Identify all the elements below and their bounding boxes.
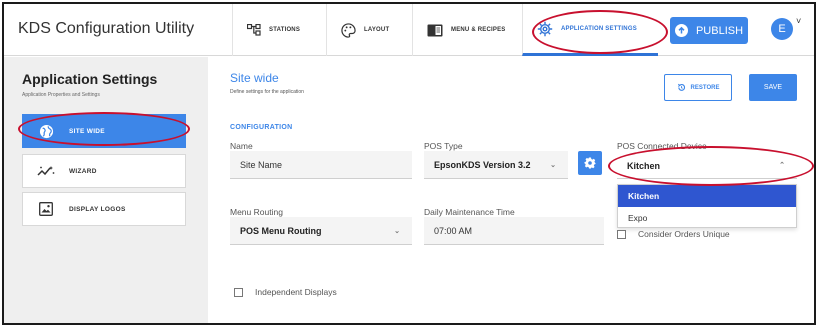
app-window: KDS Configuration Utility STATIONS LAYOU… xyxy=(2,2,816,325)
independent-displays-label: Independent Displays xyxy=(255,287,337,297)
sidebar-item-display-logos[interactable]: DISPLAY LOGOS xyxy=(22,192,186,226)
sidebar-item-label: DISPLAY LOGOS xyxy=(69,205,126,213)
sidebar-item-wizard[interactable]: WIZARD xyxy=(22,154,186,188)
pos-device-label: POS Connected Device xyxy=(617,141,707,151)
gear-icon xyxy=(537,21,553,36)
chevron-down-icon: ⌄ xyxy=(550,162,556,169)
pos-device-value: Kitchen xyxy=(627,160,661,171)
pos-type-value: EpsonKDS Version 3.2 xyxy=(434,159,531,170)
sidebar-item-label: WIZARD xyxy=(69,167,97,175)
maintenance-time-label: Daily Maintenance Time xyxy=(424,207,515,217)
wand-icon xyxy=(37,165,55,177)
nav-stations-label: STATIONS xyxy=(269,27,301,33)
chevron-down-icon[interactable]: ˅ xyxy=(796,16,801,26)
upload-icon xyxy=(674,24,688,37)
pos-device-select[interactable]: Kitchen ⌃ xyxy=(617,153,797,179)
maintenance-time-value: 07:00 AM xyxy=(434,225,473,236)
app-title: KDS Configuration Utility xyxy=(18,20,195,37)
publish-label: PUBLISH xyxy=(695,24,744,37)
nav-menu-recipes[interactable]: MENU & RECIPES xyxy=(412,4,522,56)
name-label: Name xyxy=(230,141,253,151)
nav-layout[interactable]: LAYOUT xyxy=(326,4,412,56)
publish-button[interactable]: PUBLISH xyxy=(670,17,748,44)
nav-application-settings-label: APPLICATION SETTINGS xyxy=(561,25,637,32)
maintenance-time-field[interactable]: 07:00 AM xyxy=(424,217,604,245)
pos-type-label: POS Type xyxy=(424,141,463,151)
chevron-down-icon: ⌄ xyxy=(394,228,400,235)
sidebar-item-site-wide[interactable]: SITE WIDE xyxy=(22,114,186,148)
nav-stations[interactable]: STATIONS xyxy=(232,4,326,56)
menu-routing-select[interactable]: POS Menu Routing ⌄ xyxy=(230,217,412,245)
restore-label: RESTORE xyxy=(690,84,720,91)
orders-unique-checkbox[interactable]: Consider Orders Unique xyxy=(617,229,730,239)
restore-button[interactable]: RESTORE xyxy=(664,74,732,101)
nav-menu-recipes-label: MENU & RECIPES xyxy=(451,27,506,33)
section-subtitle: Define settings for the application xyxy=(230,89,304,95)
menu-routing-value: POS Menu Routing xyxy=(240,225,322,236)
name-field[interactable]: Site Name xyxy=(230,151,412,179)
dropdown-option-kitchen[interactable]: Kitchen xyxy=(618,185,796,207)
palette-icon xyxy=(341,22,356,38)
save-button[interactable]: SAVE xyxy=(749,74,797,101)
dropdown-option-expo[interactable]: Expo xyxy=(618,207,796,229)
stations-icon xyxy=(247,24,261,36)
menu-routing-label: Menu Routing xyxy=(230,207,283,217)
name-value: Site Name xyxy=(240,159,283,170)
independent-displays-checkbox[interactable]: Independent Displays xyxy=(234,287,337,297)
configuration-heading: CONFIGURATION xyxy=(230,124,293,131)
top-bar: KDS Configuration Utility STATIONS LAYOU… xyxy=(4,4,814,56)
nav-application-settings[interactable]: APPLICATION SETTINGS xyxy=(522,4,658,56)
main-nav: STATIONS LAYOUT MENU & RECIPES APPLICATI… xyxy=(232,4,658,56)
gear-icon xyxy=(584,157,596,169)
section-title: Site wide xyxy=(230,71,279,85)
book-icon xyxy=(427,24,443,36)
pos-settings-button[interactable] xyxy=(578,151,602,175)
globe-icon xyxy=(37,124,55,139)
sidebar-subtitle: Application Properties and Settings xyxy=(22,92,100,98)
orders-unique-label: Consider Orders Unique xyxy=(638,229,730,239)
image-icon xyxy=(37,202,55,216)
checkbox-box[interactable] xyxy=(617,229,626,239)
nav-layout-label: LAYOUT xyxy=(364,27,390,33)
pos-type-select[interactable]: EpsonKDS Version 3.2 ⌄ xyxy=(424,151,568,179)
restore-icon xyxy=(677,83,685,91)
chevron-up-icon: ⌃ xyxy=(779,162,785,169)
main-content: Site wide Define settings for the applic… xyxy=(208,57,814,323)
sidebar: Application Settings Application Propert… xyxy=(4,57,208,323)
pos-device-dropdown: Kitchen Expo xyxy=(617,184,797,228)
sidebar-item-label: SITE WIDE xyxy=(69,127,105,135)
sidebar-title: Application Settings xyxy=(22,71,158,87)
checkbox-box[interactable] xyxy=(234,287,243,297)
avatar[interactable]: E xyxy=(771,18,793,40)
